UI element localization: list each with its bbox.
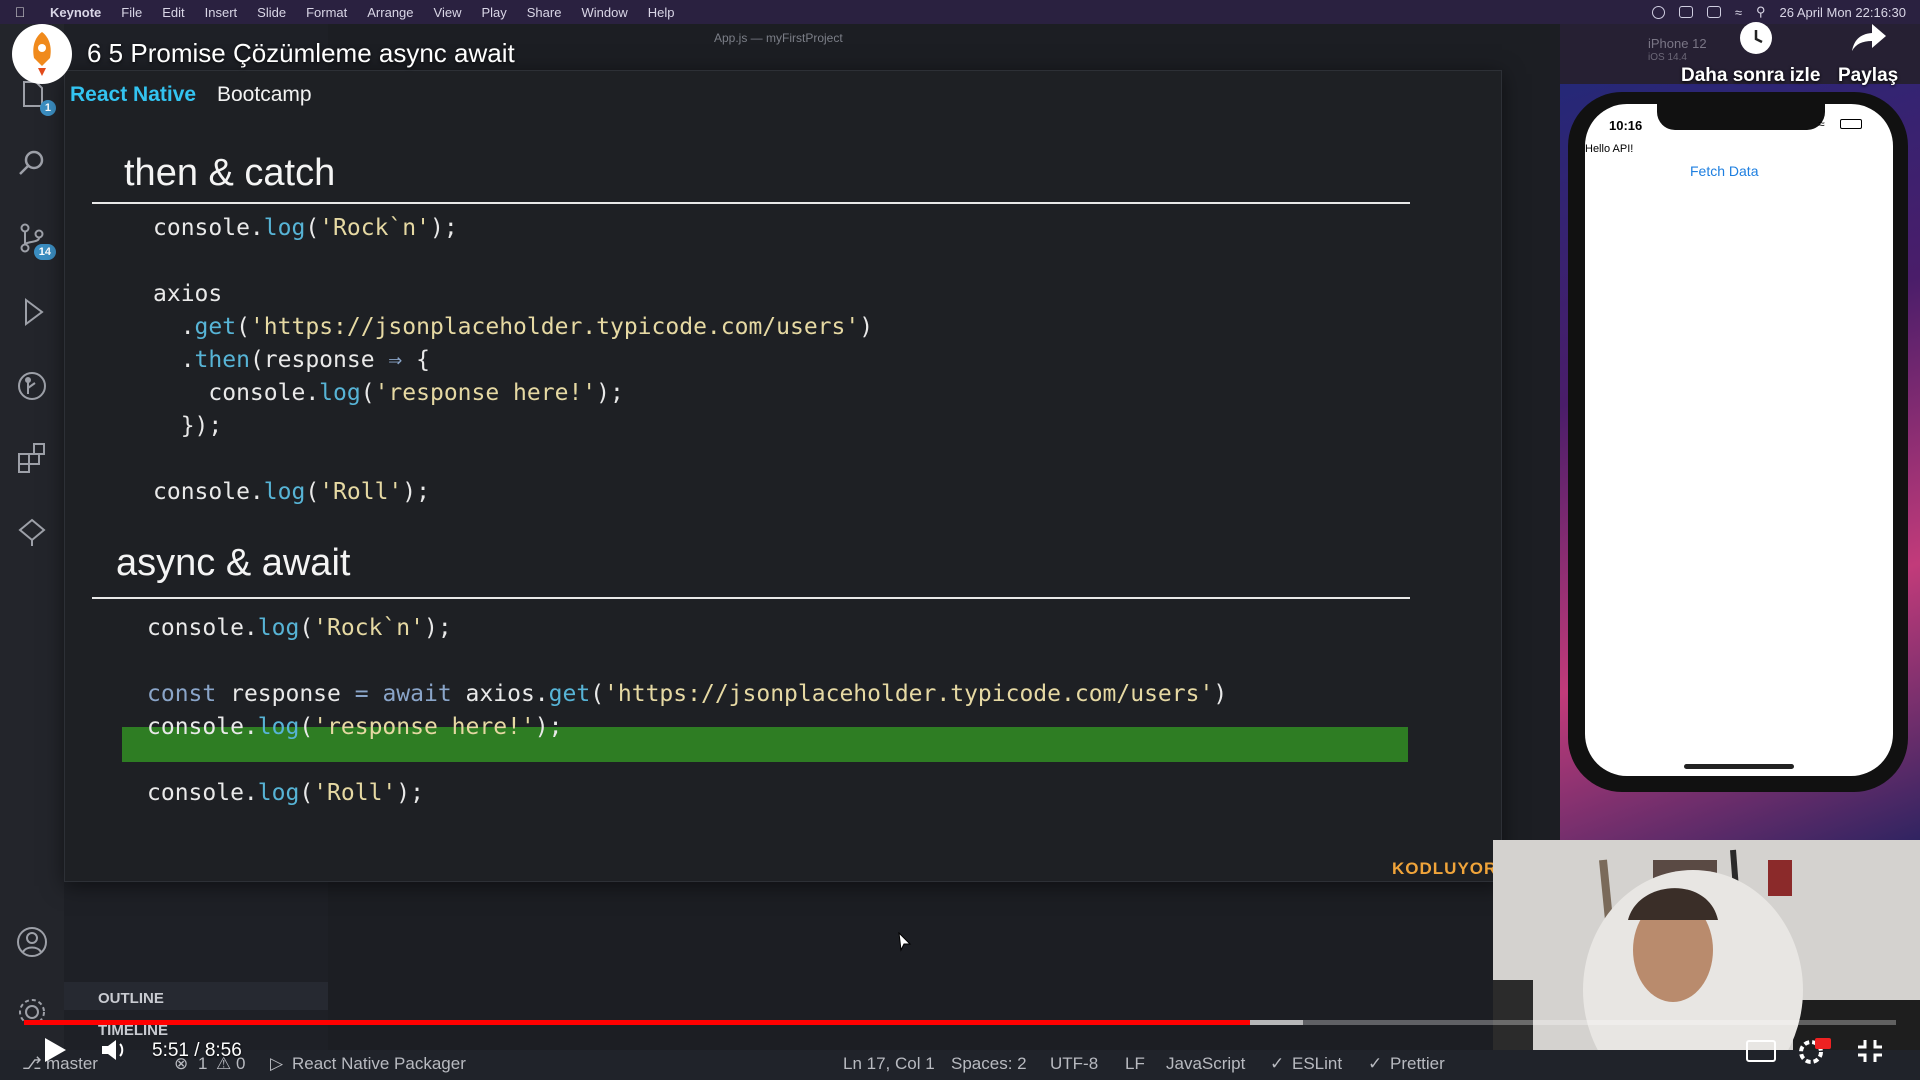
encoding[interactable]: UTF-8: [1050, 1054, 1098, 1074]
packager-play-icon[interactable]: ▷: [270, 1054, 283, 1074]
display-icon[interactable]: [1678, 6, 1693, 18]
brand-react-native: React Native: [70, 83, 197, 106]
account-icon[interactable]: [14, 924, 50, 960]
home-indicator: [1684, 764, 1794, 769]
iphone-notch: [1657, 104, 1825, 130]
hello-api-text: Hello API!: [1585, 143, 1634, 155]
video-title[interactable]: 6 5 Promise Çözümleme async await: [87, 38, 515, 69]
battery-icon[interactable]: [1706, 6, 1721, 18]
ios-wifi-icon: ≈: [1818, 117, 1825, 131]
menubar-datetime[interactable]: 26 April Mon 22:16:30: [1780, 5, 1906, 20]
record-icon[interactable]: [1651, 5, 1665, 19]
video-played-bar[interactable]: [24, 1020, 1251, 1025]
indentation[interactable]: Spaces: 2: [951, 1054, 1027, 1074]
simulator-os-version: iOS 14.4: [1648, 52, 1687, 63]
menu-view[interactable]: View: [424, 5, 472, 20]
line-ending[interactable]: LF: [1125, 1054, 1145, 1074]
channel-avatar[interactable]: [12, 24, 72, 84]
apple-icon[interactable]: : [0, 4, 40, 20]
section-title-async-await: async & await: [116, 542, 351, 584]
scm-badge: 14: [33, 244, 56, 260]
simulator-device-name: iPhone 12: [1648, 36, 1707, 51]
menu-share[interactable]: Share: [517, 5, 572, 20]
clock-icon[interactable]: [1740, 22, 1772, 54]
menu-file[interactable]: File: [111, 5, 152, 20]
ios-battery-icon: [1840, 119, 1862, 129]
share-icon[interactable]: [1850, 20, 1890, 59]
exit-fullscreen-icon[interactable]: [1856, 1038, 1884, 1069]
cursor-position[interactable]: Ln 17, Col 1: [843, 1054, 935, 1074]
share-button[interactable]: Paylaş: [1838, 65, 1898, 87]
menu-help[interactable]: Help: [638, 5, 685, 20]
eslint-status[interactable]: ESLint: [1292, 1054, 1342, 1074]
mouse-cursor: [898, 931, 912, 957]
iphone-screen[interactable]: [1585, 104, 1893, 776]
play-icon[interactable]: [42, 1036, 68, 1069]
video-time: 5:51 / 8:56: [152, 1040, 242, 1061]
branch-icon[interactable]: ⎇: [22, 1054, 42, 1074]
section-divider: [92, 202, 1410, 204]
explorer-badge: 1: [39, 100, 56, 116]
activity-bar: 1 14: [0, 24, 64, 1060]
prettier-status[interactable]: Prettier: [1390, 1054, 1445, 1074]
subtitles-icon[interactable]: [1746, 1040, 1776, 1062]
menu-arrange[interactable]: Arrange: [357, 5, 423, 20]
code-block-async-await: console.log('Rock`n'); const response = …: [147, 615, 1228, 806]
language-mode[interactable]: JavaScript: [1166, 1054, 1245, 1074]
section-divider: [92, 597, 1410, 599]
react-native-packager[interactable]: React Native Packager: [292, 1054, 466, 1074]
prettier-check-icon: ✓: [1368, 1054, 1383, 1073]
menu-insert[interactable]: Insert: [195, 5, 248, 20]
menu-play[interactable]: Play: [471, 5, 516, 20]
remote-explorer-icon[interactable]: [14, 514, 50, 550]
menu-window[interactable]: Window: [571, 5, 637, 20]
search-menubar-icon[interactable]: ⚲: [1756, 4, 1766, 20]
ios-status-time: 10:16: [1609, 118, 1643, 133]
code-block-then-catch: console.log('Rock`n'); axios .get('https…: [153, 215, 874, 505]
menu-app-keynote[interactable]: Keynote: [40, 5, 111, 20]
menubar-status-area: ≈ ⚲ 26 April Mon 22:16:30: [1651, 4, 1920, 20]
watch-later-button[interactable]: Daha sonra izle: [1681, 65, 1820, 87]
fetch-data-button[interactable]: Fetch Data: [1690, 163, 1758, 179]
menu-format[interactable]: Format: [296, 5, 357, 20]
git-graph-icon[interactable]: [14, 368, 50, 404]
section-title-then-catch: then & catch: [124, 152, 336, 194]
run-debug-icon[interactable]: [14, 294, 50, 330]
settings-hd-icon[interactable]: [1797, 1036, 1833, 1071]
outline-label[interactable]: OUTLINE: [98, 990, 164, 1007]
volume-icon[interactable]: [100, 1038, 128, 1067]
editor-window-title: App.js — myFirstProject: [714, 31, 843, 45]
wifi-icon[interactable]: ≈: [1735, 5, 1742, 20]
extensions-icon[interactable]: [14, 440, 50, 476]
source-control-icon[interactable]: 14: [14, 220, 56, 260]
search-icon[interactable]: [14, 146, 50, 182]
brand-bootcamp: Bootcamp: [217, 83, 312, 106]
mac-menubar:  Keynote File Edit Insert Slide Format …: [0, 0, 1920, 24]
menu-slide[interactable]: Slide: [247, 5, 296, 20]
menu-edit[interactable]: Edit: [152, 5, 194, 20]
eslint-check-icon: ✓: [1270, 1054, 1285, 1073]
